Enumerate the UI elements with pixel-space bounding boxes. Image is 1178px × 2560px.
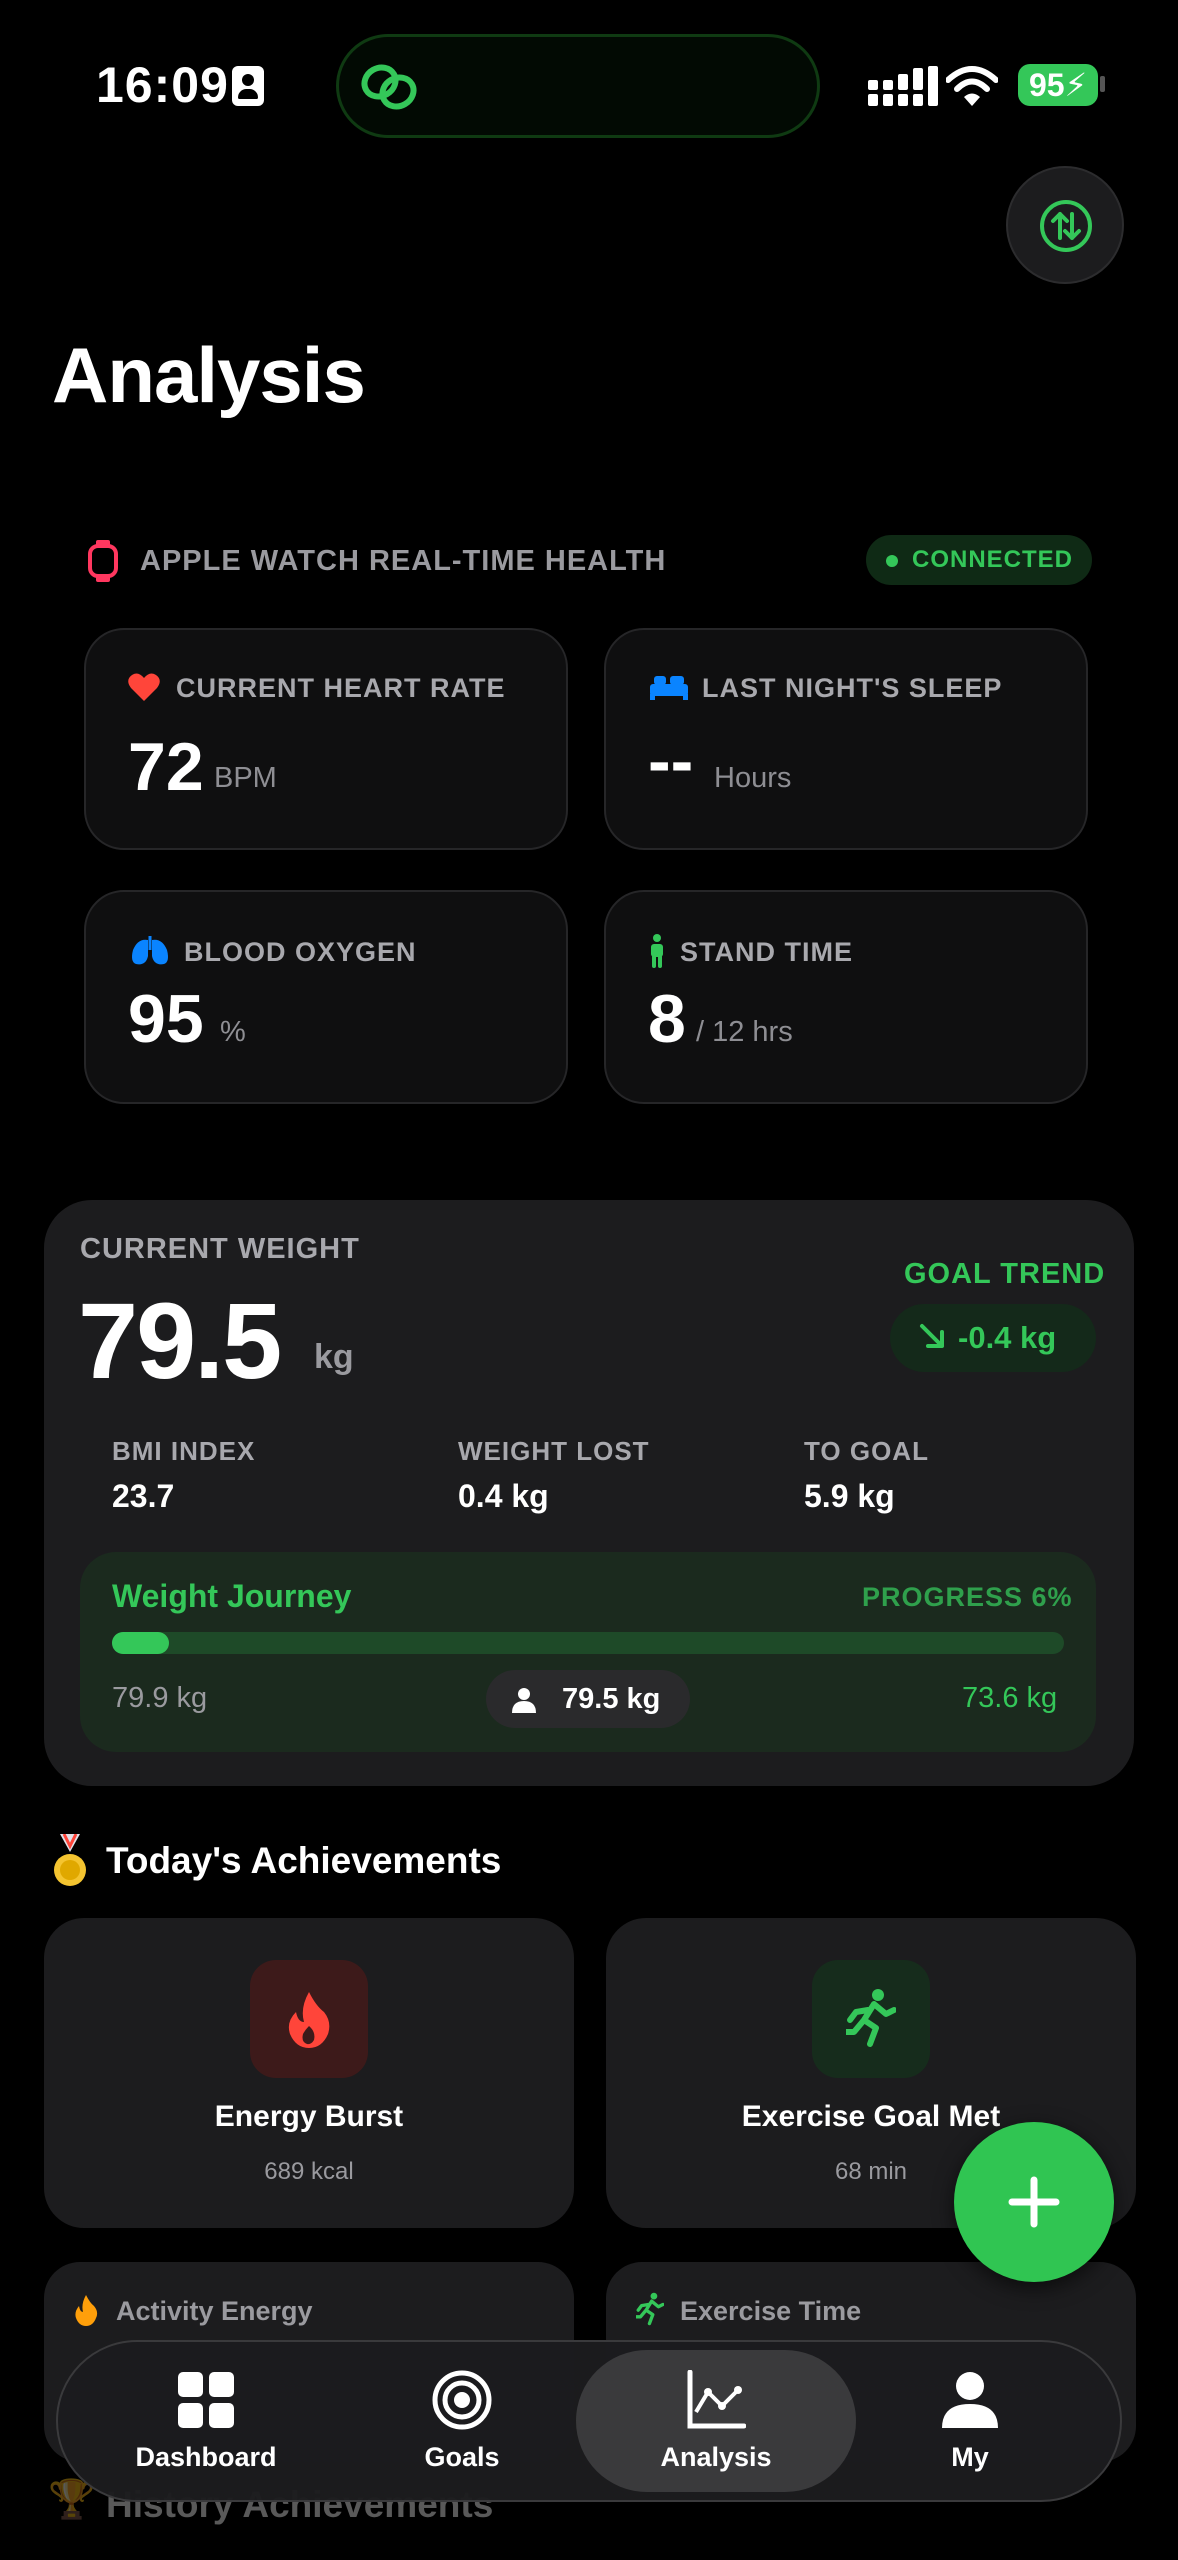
- weight-journey-title: Weight Journey: [112, 1578, 352, 1614]
- watch-section-title: APPLE WATCH REAL-TIME HEALTH: [140, 545, 667, 577]
- achievement-flame-tile: [250, 1960, 368, 2078]
- journey-start-weight: 79.9 kg: [112, 1682, 208, 1714]
- sync-arrows-icon: [1040, 200, 1092, 252]
- flame-icon: [288, 1992, 330, 2048]
- contact-card-icon: [232, 66, 264, 106]
- sync-button[interactable]: [1006, 166, 1124, 284]
- to-goal-value: 5.9 kg: [804, 1478, 895, 1514]
- plus-icon: [1008, 2176, 1060, 2228]
- achievements-title: Today's Achievements: [106, 1840, 502, 1881]
- cellular-signal-icon: [868, 66, 938, 106]
- weight-progress-track: [112, 1632, 1064, 1654]
- blood-oxygen-value: 95: [128, 981, 204, 1057]
- lungs-icon: [132, 936, 168, 965]
- current-weight-unit: kg: [314, 1338, 354, 1376]
- page-title: Analysis: [52, 331, 366, 419]
- grid-icon: [178, 2372, 234, 2428]
- connection-status-badge: CONNECTED: [866, 535, 1092, 585]
- running-icon: [636, 2292, 664, 2326]
- blood-oxygen-unit: %: [220, 1016, 246, 1048]
- connection-status-dot: [886, 555, 898, 567]
- current-weight-label: CURRENT WEIGHT: [80, 1233, 360, 1265]
- to-goal-label: TO GOAL: [804, 1436, 929, 1466]
- bmi-value: 23.7: [112, 1478, 175, 1514]
- heart-rate-value: 72: [128, 729, 204, 805]
- blood-oxygen-label: BLOOD OXYGEN: [184, 937, 417, 967]
- tab-my-label: My: [951, 2442, 989, 2472]
- sleep-label: LAST NIGHT'S SLEEP: [702, 673, 1003, 703]
- bed-icon: [650, 676, 688, 700]
- heart-icon: [128, 673, 160, 701]
- journey-goal-weight: 73.6 kg: [962, 1682, 1058, 1714]
- battery-cap: [1100, 76, 1105, 92]
- weight-progress-label: PROGRESS 6%: [862, 1582, 1073, 1612]
- wifi-icon: [946, 66, 998, 106]
- tab-analysis-label: Analysis: [660, 2442, 772, 2472]
- tab-dashboard[interactable]: Dashboard: [86, 2360, 326, 2490]
- tab-goals[interactable]: Goals: [342, 2360, 582, 2490]
- person-icon: [942, 2372, 998, 2428]
- tab-dashboard-label: Dashboard: [135, 2442, 277, 2472]
- trend-down-arrow-icon: [920, 1324, 944, 1348]
- weight-progress-fill: [112, 1632, 169, 1654]
- sleep-unit: Hours: [714, 762, 792, 794]
- stand-time-label: STAND TIME: [680, 937, 853, 967]
- achievement-energy-name: Energy Burst: [214, 2100, 404, 2133]
- heart-rate-unit: BPM: [214, 762, 277, 794]
- tab-my[interactable]: My: [850, 2360, 1090, 2490]
- status-time: 16:09: [96, 57, 229, 113]
- tab-goals-label: Goals: [424, 2442, 500, 2472]
- weight-lost-label: WEIGHT LOST: [458, 1436, 650, 1466]
- chart-icon: [687, 2370, 746, 2429]
- activity-energy-label: Activity Energy: [116, 2296, 313, 2326]
- standing-person-icon: [651, 934, 663, 968]
- link-icon: [361, 64, 417, 110]
- achievement-energy-detail: 689 kcal: [264, 2158, 354, 2185]
- stand-time-value: 8: [648, 981, 686, 1057]
- tab-analysis[interactable]: Analysis: [596, 2360, 836, 2490]
- heart-rate-label: CURRENT HEART RATE: [176, 673, 506, 703]
- running-icon: [846, 1989, 896, 2047]
- add-button[interactable]: [954, 2122, 1114, 2282]
- current-weight-value: 79.5: [78, 1280, 282, 1401]
- stand-time-unit: / 12 hrs: [696, 1016, 793, 1048]
- bmi-label: BMI INDEX: [112, 1436, 256, 1466]
- medal-icon: [54, 1834, 86, 1886]
- exercise-time-label: Exercise Time: [680, 2296, 862, 2326]
- weight-lost-value: 0.4 kg: [458, 1478, 549, 1514]
- target-icon: [432, 2370, 492, 2430]
- watch-icon: [88, 540, 118, 582]
- flame-icon: [75, 2295, 98, 2326]
- battery-indicator: 95⚡: [1018, 64, 1098, 106]
- achievement-running-tile: [812, 1960, 930, 2078]
- person-icon: [512, 1688, 536, 1713]
- sleep-value: --: [648, 723, 694, 799]
- goal-trend-label: GOAL TREND: [904, 1258, 1106, 1290]
